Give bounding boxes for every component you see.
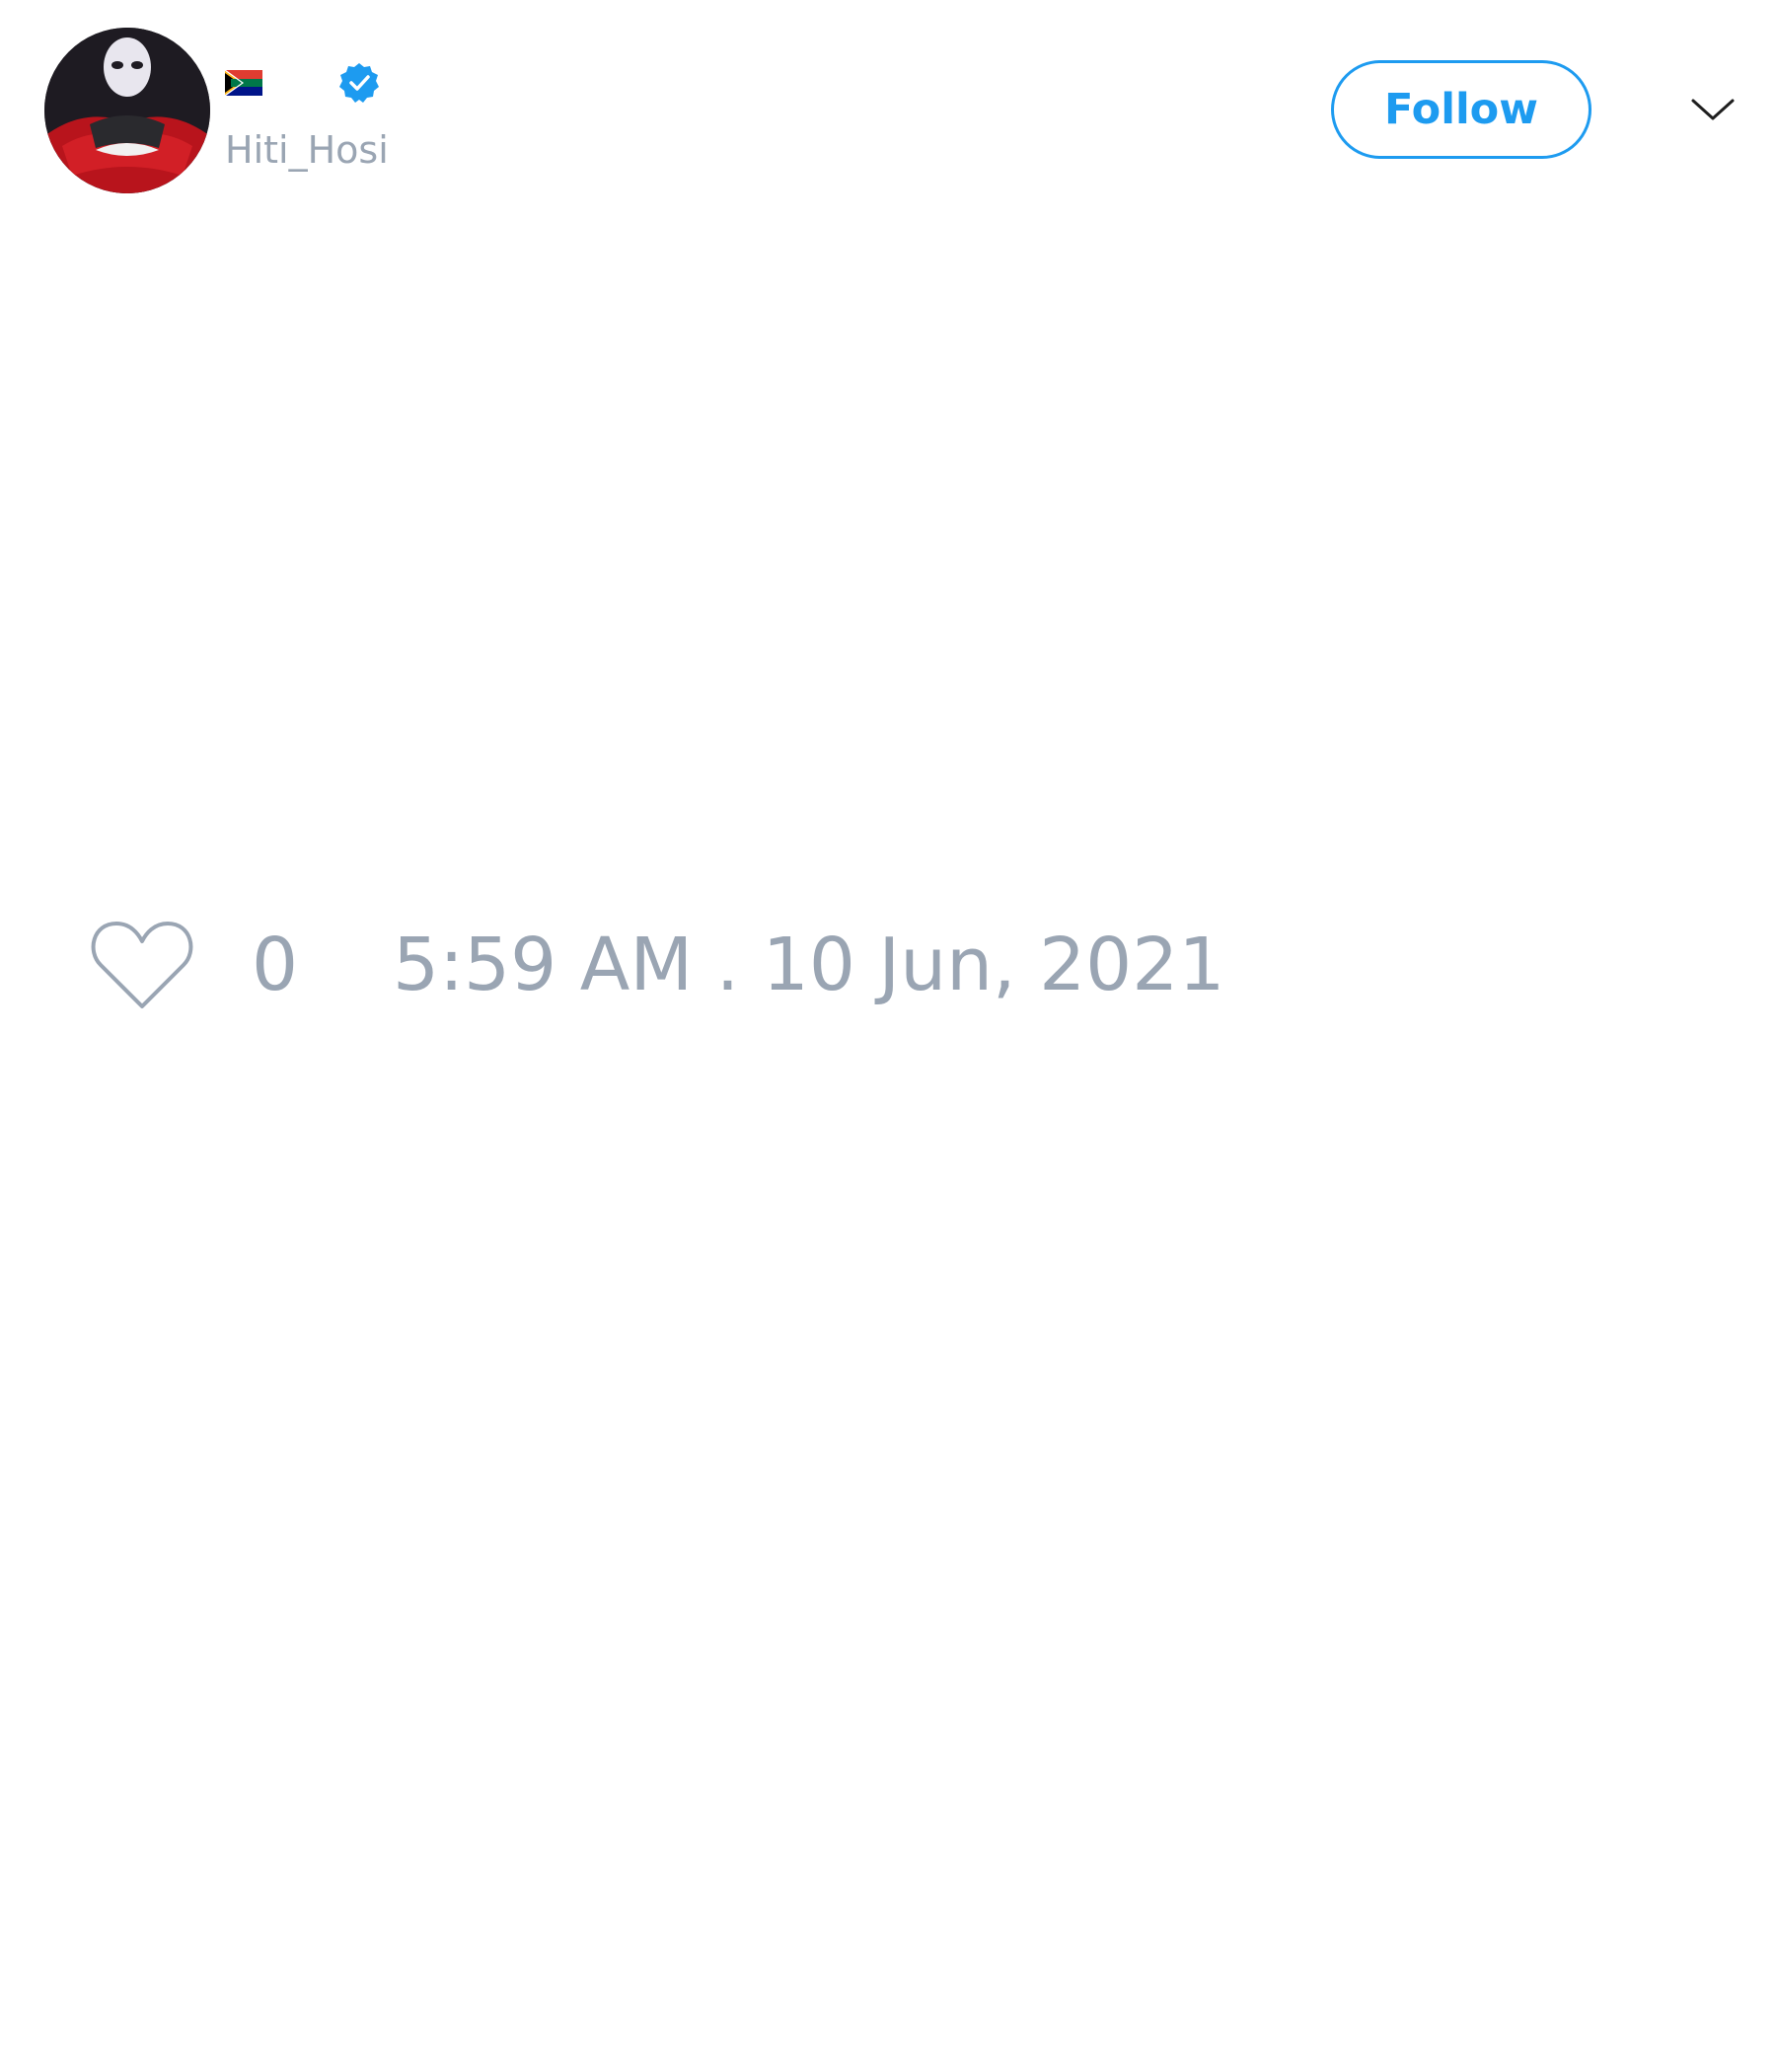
south-africa-flag-icon <box>225 70 262 96</box>
like-count: 0 <box>252 923 299 1007</box>
chevron-down-icon[interactable] <box>1689 87 1737 134</box>
author-handle[interactable]: Hiti_Hosi <box>225 126 389 174</box>
heart-outline-icon[interactable] <box>89 918 195 1012</box>
avatar-image <box>44 28 210 193</box>
tweet-timestamp[interactable]: 5:59 AM . 10 Jun, 2021 <box>393 923 1224 1007</box>
follow-button[interactable]: Follow <box>1331 60 1591 159</box>
verified-badge-icon <box>339 63 379 103</box>
tweet-card: Hiti_Hosi Follow 0 5:59 AM . 10 Jun, 202… <box>0 0 1776 2072</box>
avatar[interactable] <box>44 28 210 193</box>
author-name-row[interactable] <box>225 59 381 107</box>
